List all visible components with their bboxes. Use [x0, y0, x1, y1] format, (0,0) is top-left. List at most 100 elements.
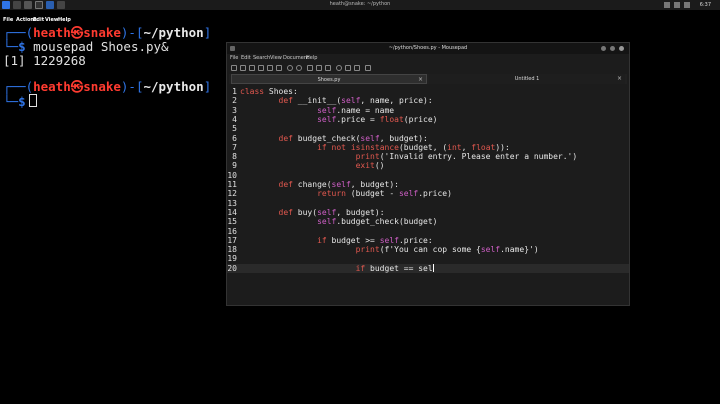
code-line[interactable]: 12 return (budget - self.price): [227, 189, 629, 198]
line-number: 11: [227, 180, 237, 189]
clock[interactable]: 6:37: [700, 2, 711, 8]
mousepad-title: ~/python/Shoes.py - Mousepad: [388, 45, 468, 51]
tab-close-icon[interactable]: ×: [418, 76, 423, 83]
close-icon[interactable]: [619, 46, 624, 51]
code-line[interactable]: 11 def change(self, budget):: [227, 180, 629, 189]
code-text: def change(self, budget):: [278, 180, 399, 189]
mp-menu-help[interactable]: Help: [306, 55, 317, 61]
menu-help[interactable]: Help: [58, 17, 71, 23]
code-text: def __init__(self, name, price):: [278, 96, 433, 106]
search-icon[interactable]: [336, 65, 342, 71]
code-line[interactable]: 8 print('Invalid entry. Please enter a n…: [227, 152, 629, 161]
maximize-icon[interactable]: [610, 46, 615, 51]
code-line[interactable]: 9 exit(): [227, 161, 629, 170]
open-file-icon[interactable]: [249, 65, 255, 71]
code-line[interactable]: 16: [227, 227, 629, 236]
line-number: 13: [227, 198, 237, 208]
prompt-line-2: ┌──(heath㉿snake)-[~/python]: [3, 79, 212, 94]
menu-file[interactable]: File: [3, 17, 13, 23]
code-text: print(f'You can cop some {self.name}'): [355, 245, 539, 255]
line-number: 6: [232, 133, 237, 143]
fullscreen-icon[interactable]: [365, 65, 371, 71]
top-panel: heath@snake: ~/python 6:37: [0, 0, 720, 10]
volume-icon[interactable]: [674, 2, 680, 8]
code-line[interactable]: 17 if budget >= self.price:: [227, 236, 629, 245]
undo-icon[interactable]: [287, 65, 293, 71]
code-text: self.name = name: [317, 105, 395, 115]
save-icon[interactable]: [258, 65, 264, 71]
code-text: class Shoes:: [240, 87, 298, 96]
code-line[interactable]: 10: [227, 171, 629, 180]
line-number: 10: [227, 170, 237, 180]
command-text: mousepad Shoes.py&: [33, 39, 169, 54]
code-line[interactable]: 5: [227, 124, 629, 133]
line-number: 19: [227, 254, 237, 264]
code-editor[interactable]: 1 class Shoes: 2 def __init__(self, name, …: [227, 85, 629, 305]
mp-menu-edit[interactable]: Edit: [241, 55, 251, 61]
code-text: print('Invalid entry. Please enter a num…: [355, 152, 578, 162]
line-number: 4: [232, 114, 237, 124]
code-text: self.price = float(price): [317, 114, 438, 124]
code-line[interactable]: 7 if not isinstance(budget, (int, float)…: [227, 143, 629, 152]
save-as-icon[interactable]: [267, 65, 273, 71]
code-line[interactable]: 18 print(f'You can cop some {self.name}'…: [227, 245, 629, 254]
paste-icon[interactable]: [325, 65, 331, 71]
minimize-icon[interactable]: [601, 46, 606, 51]
notifications-icon[interactable]: [684, 2, 690, 8]
menu-edit[interactable]: Edit: [33, 17, 44, 23]
close-file-icon[interactable]: [276, 65, 282, 71]
mousepad-toolbar: [227, 63, 629, 74]
code-line[interactable]: 14 def buy(self, budget):: [227, 208, 629, 217]
mp-menu-search[interactable]: Search: [253, 55, 270, 61]
code-text: if budget >= self.price:: [317, 235, 433, 245]
code-line[interactable]: 13: [227, 199, 629, 208]
new-file-icon[interactable]: [231, 65, 237, 71]
mousepad-titlebar[interactable]: ~/python/Shoes.py - Mousepad: [227, 43, 629, 54]
terminal-cursor: [28, 94, 37, 107]
code-text: exit(): [355, 161, 385, 171]
tab-shoes-py[interactable]: Shoes.py ×: [231, 74, 427, 84]
redo-icon[interactable]: [296, 65, 302, 71]
text-caret: [432, 263, 434, 272]
window-title: heath@snake: ~/python: [329, 1, 391, 7]
mousepad-tabs: Shoes.py × Untitled 1 ×: [229, 74, 627, 84]
line-number: 3: [232, 105, 237, 115]
line-number: 14: [227, 207, 237, 217]
code-line[interactable]: 19: [227, 254, 629, 263]
copy-icon[interactable]: [316, 65, 322, 71]
tab-untitled-1[interactable]: Untitled 1 ×: [429, 74, 625, 84]
line-number: 2: [232, 96, 237, 106]
command-line-1: └─$ mousepad Shoes.py&: [3, 39, 169, 54]
mp-menu-view[interactable]: View: [270, 55, 282, 61]
network-icon[interactable]: [664, 2, 670, 8]
code-text: if budget == sel: [355, 263, 434, 273]
tab-close-icon[interactable]: ×: [617, 75, 622, 82]
goto-line-icon[interactable]: [354, 65, 360, 71]
tab-label: Untitled 1: [514, 76, 540, 82]
mousepad-menubar: File Edit Search View Document Help: [227, 54, 629, 63]
line-number: 15: [227, 217, 237, 227]
code-line[interactable]: 20 if budget == sel: [227, 263, 629, 273]
code-line[interactable]: 1 class Shoes:: [227, 87, 629, 96]
code-text: def budget_check(self, budget):: [278, 133, 428, 143]
job-output: [1] 1229268: [3, 53, 86, 68]
cut-icon[interactable]: [307, 65, 313, 71]
code-line[interactable]: 15 self.budget_check(budget): [227, 217, 629, 226]
line-number: 9: [232, 161, 237, 171]
new-window-icon[interactable]: [240, 65, 246, 71]
menu-view[interactable]: View: [45, 17, 59, 23]
line-number: 16: [227, 226, 237, 236]
line-number: 1: [232, 87, 237, 96]
mousepad-window: ~/python/Shoes.py - Mousepad File Edit S…: [226, 42, 630, 306]
mp-menu-file[interactable]: File: [230, 55, 238, 61]
line-number: 20: [227, 263, 237, 273]
code-line[interactable]: 6 def budget_check(self, budget):: [227, 134, 629, 143]
find-replace-icon[interactable]: [345, 65, 351, 71]
code-line[interactable]: 3 self.name = name: [227, 106, 629, 115]
line-number: 5: [232, 124, 237, 134]
code-text: def buy(self, budget):: [278, 207, 385, 217]
code-line[interactable]: 2 def __init__(self, name, price):: [227, 96, 629, 105]
code-line[interactable]: 4 self.price = float(price): [227, 115, 629, 124]
line-number: 17: [227, 235, 237, 245]
line-number: 8: [232, 152, 237, 162]
